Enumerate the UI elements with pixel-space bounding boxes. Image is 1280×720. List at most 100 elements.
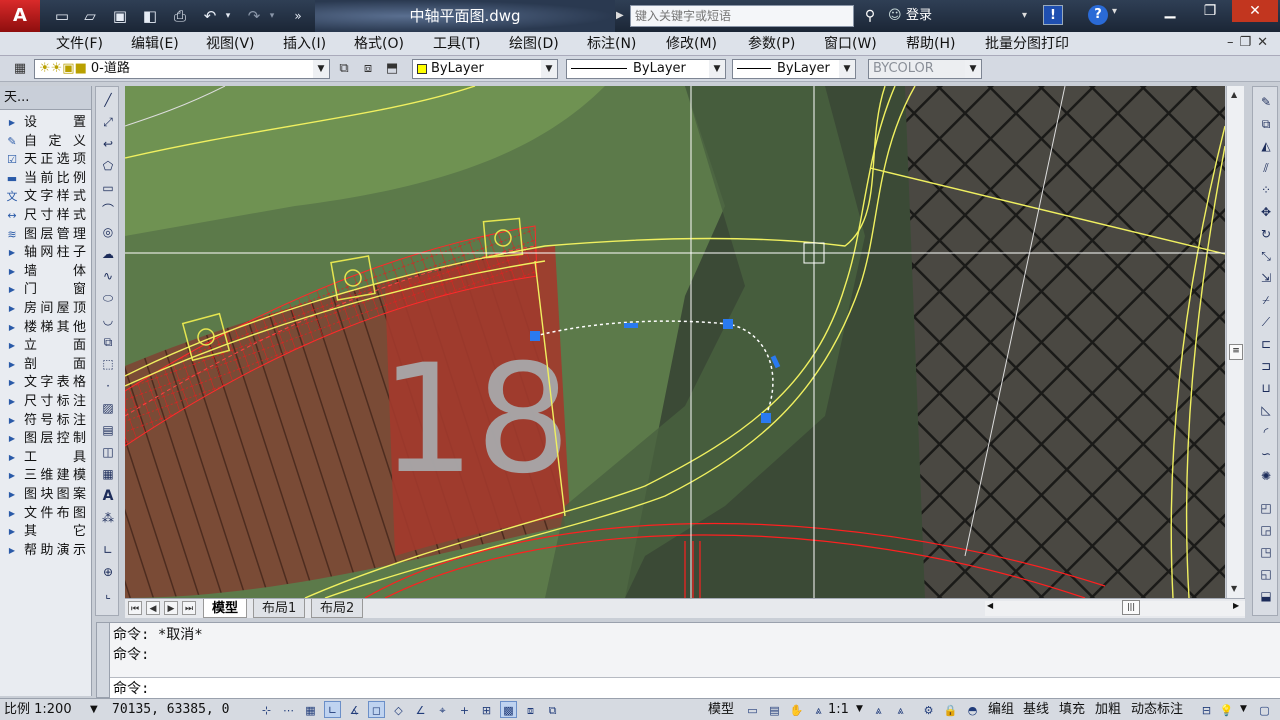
fillet-icon[interactable]: ◜ [1257,423,1275,441]
ortho-mode-icon[interactable]: ∟ [324,701,341,718]
document-window-controls[interactable]: –❐✕ [1227,35,1274,50]
horizontal-scrollbar[interactable]: ◀ ▶ [985,601,1245,616]
arc-icon[interactable]: ⌒ [99,201,117,219]
orbit-icon[interactable]: ⊕ [99,563,117,581]
save-icon[interactable]: ▣ [108,5,132,27]
side-item[interactable]: ▶ 帮助演示 [0,542,90,560]
next-tab-icon[interactable]: ▶ [164,601,178,615]
toolbar-lock-icon[interactable]: ⊟ [1198,701,1215,718]
side-item[interactable]: ▶ 其 它 [0,523,90,541]
draworder-text-icon[interactable]: ⬓ [1257,587,1275,605]
side-item[interactable]: ▶ 符号标注 [0,412,90,430]
scale-icon[interactable]: ⤡ [1257,247,1275,265]
rectangle-icon[interactable]: ▭ [99,179,117,197]
offset-icon[interactable]: ⫽ [1257,159,1275,177]
vertical-scroll-thumb[interactable]: ≡ [1229,344,1243,360]
color-combo[interactable]: ByLayer ▼ [412,59,558,79]
menu-view[interactable]: 视图(V) [206,35,255,53]
menu-parametric[interactable]: 参数(P) [748,35,795,53]
dimension-icon[interactable]: ∟ [99,541,117,559]
command-window-grip[interactable] [96,622,110,698]
scroll-left-icon[interactable]: ◀ [987,601,993,610]
menu-help[interactable]: 帮助(H) [906,35,955,53]
make-current-layer-icon[interactable]: ⧉ [334,59,354,79]
menu-edit[interactable]: 编辑(E) [131,35,179,53]
point-icon[interactable]: · [99,377,117,395]
model-space-button[interactable]: 模型 [708,699,734,720]
side-item[interactable]: ▶ 楼梯其他 [0,319,90,337]
object-snap-tracking-icon[interactable]: ∠ [412,701,429,718]
undo-icon[interactable]: ↶ [198,5,222,27]
menu-file[interactable]: 文件(F) [56,35,103,53]
save-as-icon[interactable]: ◧ [138,5,162,27]
side-item[interactable]: ▶ 图块图案 [0,486,90,504]
stretch-icon[interactable]: ⇲ [1257,269,1275,287]
color-dropdown-icon[interactable]: ▼ [541,60,557,78]
command-input[interactable] [160,680,1260,698]
break-at-point-icon[interactable]: ⊏ [1257,335,1275,353]
explode-icon[interactable]: ✺ [1257,467,1275,485]
layer-dropdown-icon[interactable]: ▼ [313,60,329,78]
side-item[interactable]: ✎ 自 定 义 [0,133,90,151]
search-input[interactable] [630,5,854,27]
quick-view-drawings-icon[interactable]: ▤ [766,701,783,718]
draworder-under-icon[interactable]: ◱ [1257,565,1275,583]
status-group-button[interactable]: 编组 [986,700,1016,720]
ellipse-icon[interactable]: ⬭ [99,289,117,307]
undo-dropdown-icon[interactable]: ▾ [222,5,234,27]
side-item[interactable]: ▶ 设 置 [0,114,90,132]
quick-properties-icon[interactable]: ⧈ [522,701,539,718]
side-item[interactable]: ▶ 剖 面 [0,356,90,374]
annotation-scale-dropdown-icon[interactable]: ▼ [856,699,863,720]
minimize-icon[interactable]: ▁ [1150,0,1190,22]
binoculars-search-icon[interactable]: ⚲ [858,5,882,27]
side-item[interactable]: ▶ 轴网柱子 [0,244,90,262]
annotation-scale-value[interactable]: 1:1 [828,699,849,720]
scroll-down-icon[interactable]: ▼ [1231,584,1237,593]
coordinate-readout[interactable]: 70135, 63385, 0 [112,699,229,720]
open-file-icon[interactable]: ▱ [78,5,102,27]
selection-cycling-icon[interactable]: ⧉ [544,701,561,718]
erase-icon[interactable]: ✎ [1257,93,1275,111]
line-icon[interactable]: ╱ [99,91,117,109]
snap-mode-icon[interactable]: ⋯ [280,701,297,718]
print-icon[interactable]: ⎙ [168,5,192,27]
menu-modify[interactable]: 修改(M) [666,35,717,53]
layer-combo[interactable]: ☀☀▣■ 0-道路 ▼ [34,59,330,79]
insert-block-icon[interactable]: ⧉ [99,333,117,351]
draworder-front-icon[interactable]: ◰ [1257,499,1275,517]
close-icon[interactable]: ✕ [1232,0,1278,22]
login-button[interactable]: ☺ 登录 [888,5,932,27]
side-panel-title[interactable]: 天... [0,86,91,110]
side-item[interactable]: ▶ 文字表格 [0,374,90,392]
first-tab-icon[interactable]: ⏮ [128,601,142,615]
drawing-canvas[interactable]: 18 [125,86,1225,598]
status-fill-button[interactable]: 填充 [1057,700,1087,720]
break-icon[interactable]: ⊐ [1257,357,1275,375]
draworder-back-icon[interactable]: ◲ [1257,521,1275,539]
copy-icon[interactable]: ⧉ [1257,115,1275,133]
multiline-text-icon[interactable]: A [99,487,117,505]
menu-draw[interactable]: 绘图(D) [509,35,559,53]
array-icon[interactable]: ⁘ [1257,181,1275,199]
side-item[interactable]: ☑ 天正选项 [0,151,90,169]
plotstyle-combo[interactable]: BYCOLOR ▼ [868,59,982,79]
lock-icon[interactable]: 🔒 [942,701,959,718]
revision-cloud-icon[interactable]: ☁ [99,245,117,263]
help-icon[interactable]: ? [1088,5,1108,25]
side-item[interactable]: ▶ 工 具 [0,449,90,467]
quick-view-layouts-icon[interactable]: ▭ [744,701,761,718]
polyline-icon[interactable]: ↩ [99,135,117,153]
side-item[interactable]: ▶ 三维建模 [0,467,90,485]
layer-manager-icon[interactable]: ▦ [10,59,30,79]
menu-format[interactable]: 格式(O) [354,35,404,53]
workspace-switch-icon[interactable]: ⚙ [920,701,937,718]
hardware-accel-icon[interactable]: 💡 [1218,701,1235,718]
object-snap-icon[interactable]: ◻ [368,701,385,718]
blend-curves-icon[interactable]: ∽ [1257,445,1275,463]
ellipse-arc-icon[interactable]: ◡ [99,311,117,329]
annotation-scale-readout[interactable]: 比例 1:200 [4,699,72,720]
side-item[interactable]: ▶ 尺寸标注 [0,393,90,411]
tab-layout1[interactable]: 布局1 [253,599,306,618]
move-icon[interactable]: ✥ [1257,203,1275,221]
